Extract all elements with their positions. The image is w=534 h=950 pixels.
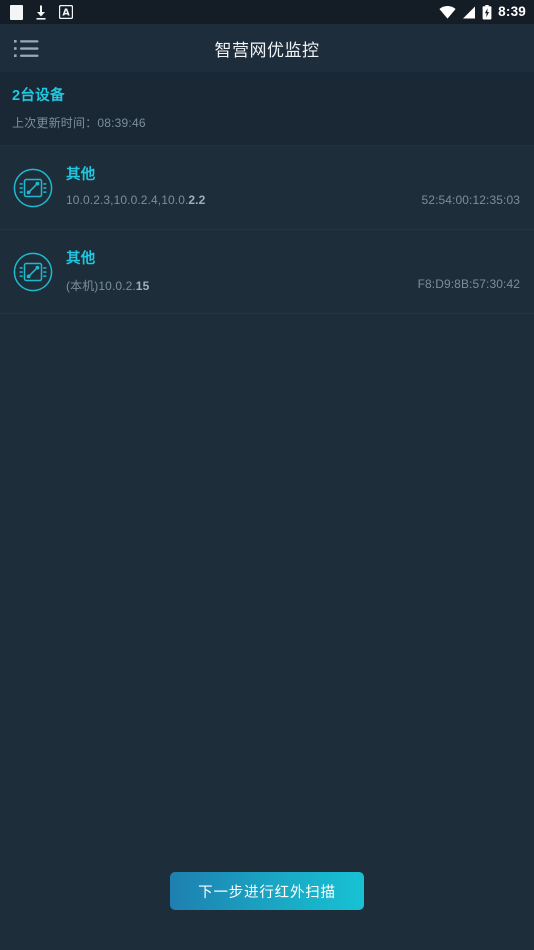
status-bar: A 8:39 — [0, 0, 534, 24]
status-bar-left-icons: A — [10, 4, 73, 20]
device-info: 其他 (本机)10.0.2.15 F8:D9:8B:57:30:42 — [66, 230, 520, 313]
app-root: A 8:39 智营网优监控 2台设备 上次更新时间：08:39:46 其他 10… — [0, 0, 534, 950]
a-box-icon: A — [59, 5, 73, 19]
device-info: 其他 10.0.2.3,10.0.2.4,10.0.2.2 52:54:00:12:… — [66, 146, 520, 229]
network-device-icon — [12, 251, 54, 293]
list-menu-icon — [13, 39, 38, 57]
network-device-icon — [12, 167, 54, 209]
device-ip-prefix: (本机)10.0.2. — [66, 279, 136, 293]
screenshot-square-icon — [10, 4, 23, 20]
device-ip-prefix: 10.0.2.3,10.0.2.4,10.0. — [66, 193, 189, 207]
device-count-label: 2台设备 — [12, 88, 65, 104]
infrared-scan-button[interactable]: 下一步进行红外扫描 — [170, 872, 364, 910]
device-ip-list: 10.0.2.3,10.0.2.4,10.0.2.2 — [66, 193, 205, 207]
wifi-icon — [439, 5, 456, 19]
status-bar-clock: 8:39 — [498, 4, 526, 20]
device-mac-address: F8:D9:8B:57:30:42 — [417, 277, 520, 291]
signal-icon — [463, 6, 476, 18]
app-title-bar: 智营网优监控 — [0, 24, 534, 72]
device-ip-suffix: 2.2 — [188, 193, 206, 207]
status-bar-right-icons: 8:39 — [439, 4, 526, 20]
device-ip-suffix: 15 — [135, 279, 150, 293]
device-row[interactable]: 其他 (本机)10.0.2.15 F8:D9:8B:57:30:42 — [0, 230, 534, 314]
battery-charging-icon — [482, 4, 492, 19]
page-title: 智营网优监控 — [214, 40, 320, 60]
device-ip-list: (本机)10.0.2.15 — [66, 277, 149, 294]
summary-band: 2台设备 上次更新时间：08:39:46 — [0, 72, 534, 146]
last-update-label: 上次更新时间：08:39:46 — [12, 116, 146, 130]
download-icon — [36, 5, 46, 20]
device-list[interactable]: 其他 10.0.2.3,10.0.2.4,10.0.2.2 52:54:00:12:… — [0, 146, 534, 858]
svg-text:A: A — [62, 8, 70, 19]
device-name: 其他 — [66, 251, 96, 267]
device-row[interactable]: 其他 10.0.2.3,10.0.2.4,10.0.2.2 52:54:00:12:… — [0, 146, 534, 230]
menu-button[interactable] — [2, 24, 50, 72]
bottom-action-bar: 下一步进行红外扫描 — [0, 858, 534, 950]
device-name: 其他 — [66, 167, 96, 183]
device-mac-address: 52:54:00:12:35:03 — [421, 193, 520, 207]
